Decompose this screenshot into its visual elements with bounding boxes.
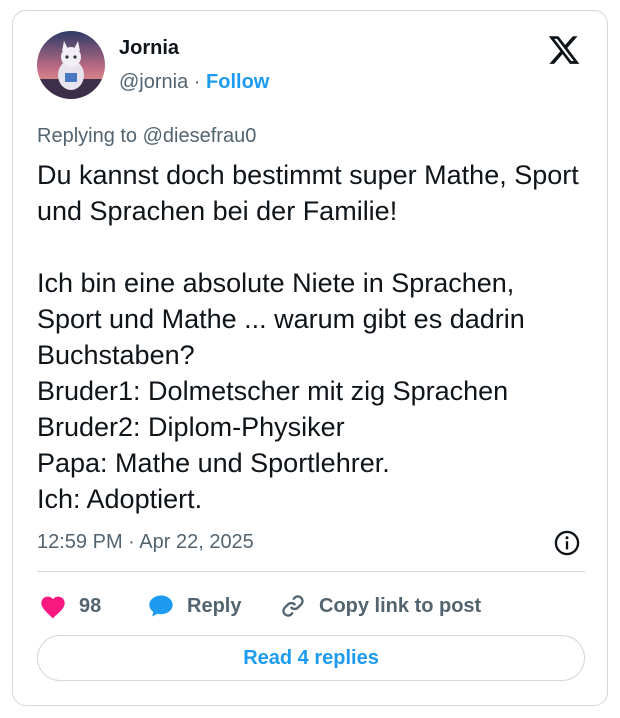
reply-button[interactable]: Reply	[147, 589, 241, 623]
author-handle[interactable]: @jornia	[119, 71, 188, 93]
info-icon[interactable]	[553, 529, 581, 557]
replying-prefix: Replying to	[37, 125, 143, 147]
link-icon	[282, 595, 304, 617]
tweet-card: Jornia @jornia · Follow Replying to @die…	[12, 10, 608, 706]
like-count: 98	[79, 594, 102, 617]
replying-to: Replying to @diesefrau0	[37, 125, 256, 148]
x-logo-icon[interactable]	[547, 33, 581, 67]
avatar[interactable]	[37, 31, 105, 99]
follow-button[interactable]: Follow	[206, 71, 269, 93]
copy-link-button[interactable]: Copy link to post	[279, 589, 481, 623]
timestamp[interactable]: 12:59 PM · Apr 22, 2025	[37, 531, 254, 554]
replying-handle[interactable]: @diesefrau0	[143, 125, 257, 147]
like-button[interactable]: 98	[39, 589, 101, 623]
heart-icon	[41, 596, 65, 619]
read-replies-button[interactable]: Read 4 replies	[37, 635, 585, 681]
author-name[interactable]: Jornia	[119, 37, 179, 60]
speech-bubble-icon	[149, 595, 173, 617]
author-meta: @jornia · Follow	[119, 71, 269, 94]
tweet-text: Du kannst doch bestimmt super Mathe, Spo…	[37, 160, 579, 514]
separator-dot: ·	[193, 71, 201, 93]
reply-label: Reply	[187, 594, 242, 617]
divider	[37, 571, 585, 572]
copy-link-label: Copy link to post	[319, 594, 482, 617]
